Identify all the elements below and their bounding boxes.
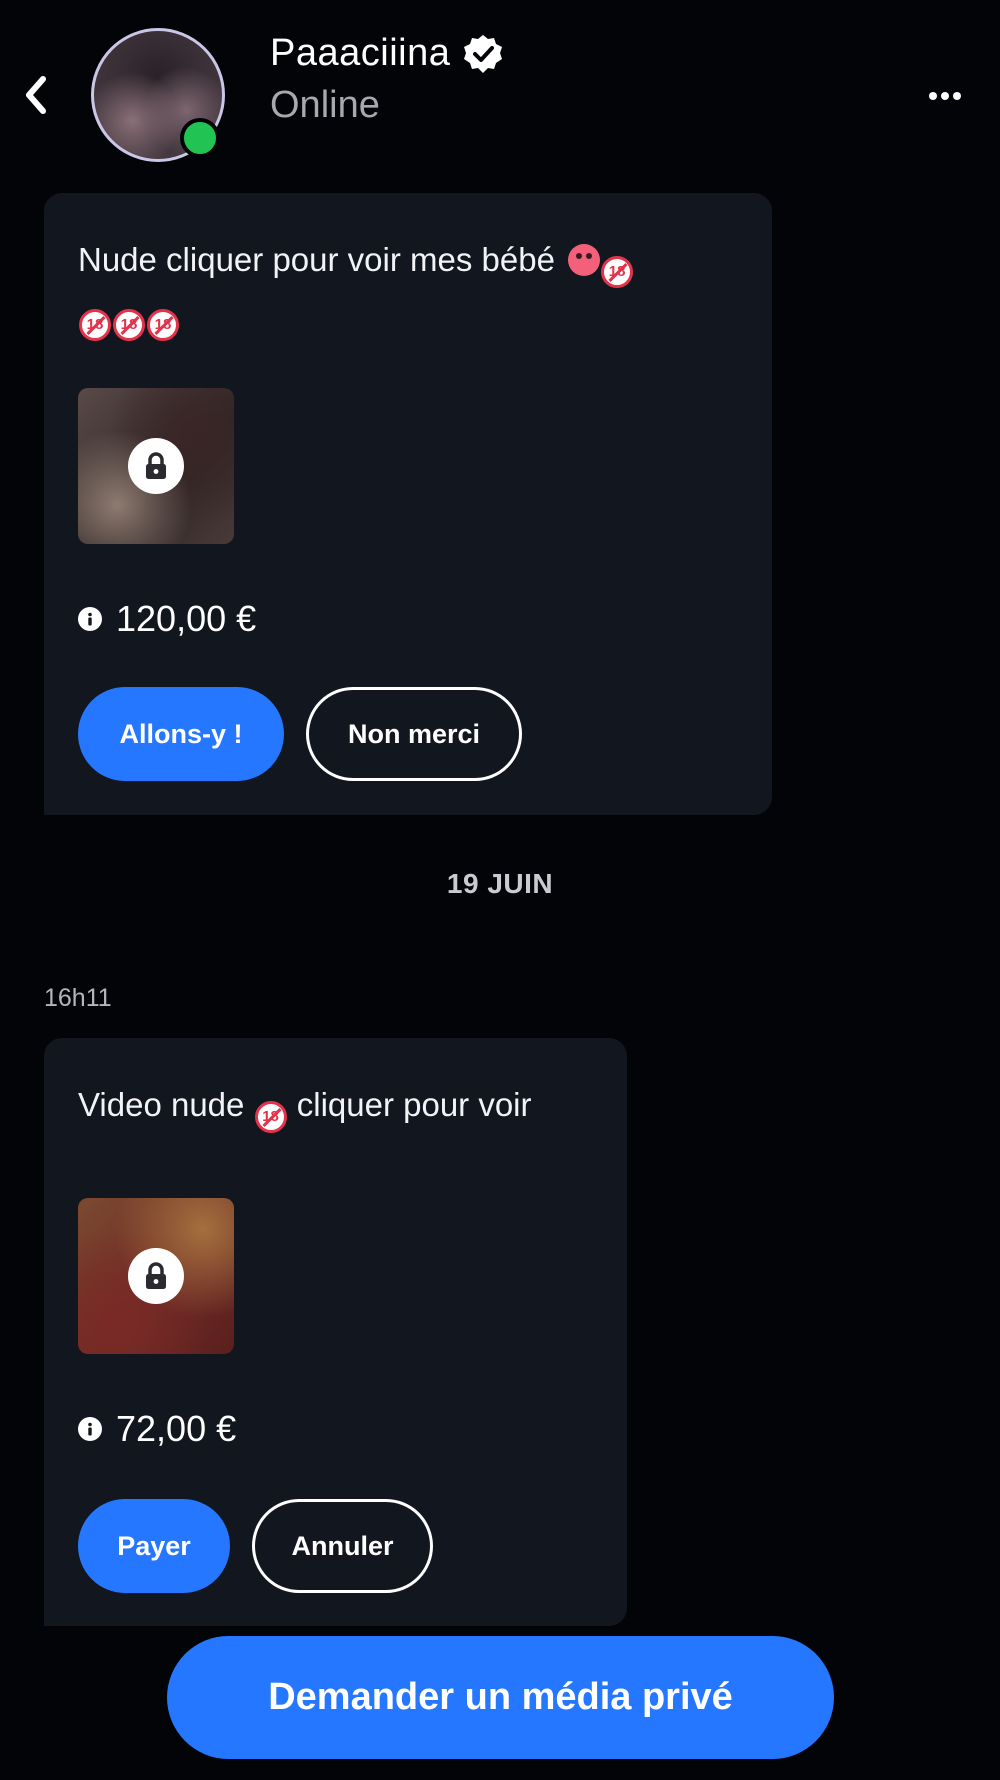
pay-button[interactable]: Payer (78, 1499, 230, 1593)
date-separator: 19 JUIN (446, 868, 554, 899)
decline-button[interactable]: Non merci (306, 687, 522, 781)
chevron-left-icon (26, 76, 46, 114)
contact-name: Paaaciiina (270, 32, 451, 74)
price-label: 120,00 € (116, 598, 257, 639)
adults-only-emoji-icon: 18 (254, 1101, 287, 1133)
devil-emoji-icon (568, 244, 601, 276)
paid-media-message: Nude cliquer pour voir mes bébé 18 18 18 1… (44, 193, 772, 815)
adults-only-emoji-icon: 18 (601, 256, 634, 288)
adults-only-emoji-icon: 18 (79, 309, 111, 341)
message-actions: Payer Annuler (78, 1499, 433, 1593)
back-button[interactable] (14, 70, 58, 120)
adults-only-emoji-icon: 18 (113, 309, 145, 341)
lock-icon (128, 1248, 184, 1304)
more-horizontal-icon (929, 92, 961, 100)
paid-media-message: Video nude 18 cliquer pour voir 72,00 € (44, 1038, 627, 1626)
locked-media-thumbnail[interactable] (78, 1198, 234, 1354)
price-row: 120,00 € (78, 598, 256, 640)
contact-name-row[interactable]: Paaaciiina (270, 32, 504, 75)
price-label: 72,00 € (116, 1408, 237, 1449)
contact-status: Online (270, 84, 380, 126)
adults-only-emoji-icon: 18 (147, 309, 179, 341)
accept-button[interactable]: Allons-y ! (78, 687, 284, 781)
message-text: Video nude 18 cliquer pour voir (78, 1080, 618, 1133)
more-options-button[interactable] (920, 78, 970, 114)
chat-screen: Paaaciiina Online Nude cliquer pour voir… (0, 0, 1000, 1780)
price-row: 72,00 € (78, 1408, 236, 1450)
message-timestamp: 16h11 (44, 984, 112, 1012)
message-text: Nude cliquer pour voir mes bébé 18 18 18 1… (78, 235, 718, 341)
info-icon[interactable] (78, 607, 102, 631)
verified-badge-icon (464, 34, 503, 73)
cancel-button[interactable]: Annuler (252, 1499, 433, 1593)
info-icon[interactable] (78, 1417, 102, 1441)
request-private-media-button[interactable]: Demander un média privé (167, 1636, 834, 1759)
message-actions: Allons-y ! Non merci (78, 687, 522, 781)
locked-media-thumbnail[interactable] (78, 388, 234, 544)
lock-icon (128, 438, 184, 494)
online-indicator (180, 118, 220, 158)
